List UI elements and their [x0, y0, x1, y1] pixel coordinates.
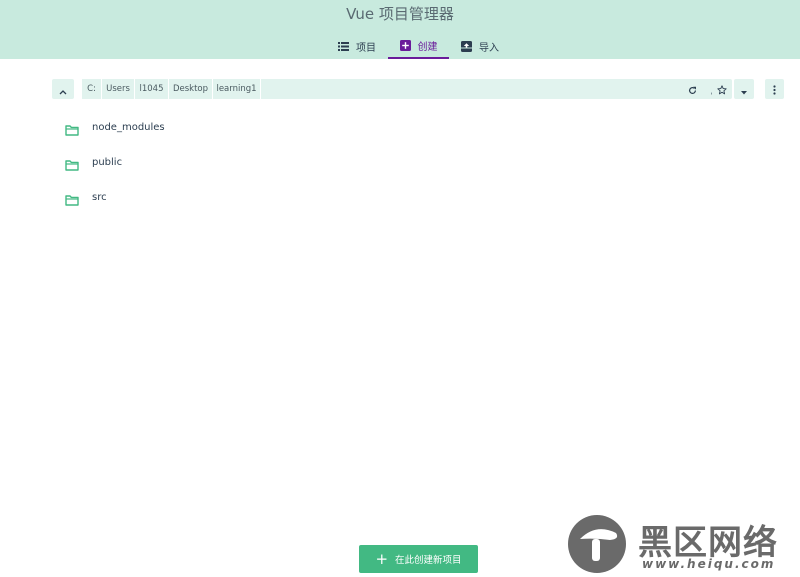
parent-folder-button[interactable]	[52, 79, 74, 99]
tab-create-label: 创建	[417, 41, 438, 53]
create-project-button[interactable]: + 在此创建新项目	[359, 545, 478, 573]
watermark: 黑区网络 www.heiqu.com	[566, 513, 800, 577]
breadcrumb-item[interactable]: Desktop	[169, 79, 213, 99]
caret-down-icon	[741, 80, 747, 99]
folder-icon	[65, 121, 79, 140]
more-options-button[interactable]	[765, 79, 784, 99]
favorites-dropdown[interactable]	[734, 79, 754, 99]
refresh-icon	[688, 80, 697, 99]
list-icon	[338, 41, 349, 52]
breadcrumb-item[interactable]: l1045	[135, 79, 169, 99]
breadcrumb: C: Users l1045 Desktop learning1	[82, 79, 726, 99]
unarchive-icon	[461, 40, 472, 52]
list-item[interactable]: node_modules	[60, 113, 760, 141]
plus-icon: +	[375, 549, 389, 568]
folder-icon	[65, 156, 79, 175]
favorite-button[interactable]	[712, 79, 732, 99]
app-title: Vue 项目管理器	[346, 5, 454, 23]
refresh-button[interactable]	[682, 79, 702, 99]
tab-bar: 项目 创建 导入	[0, 33, 800, 59]
list-item[interactable]: public	[60, 148, 760, 176]
chevron-up-icon	[59, 80, 67, 99]
tab-projects-label: 项目	[356, 42, 376, 54]
tab-import-label: 导入	[479, 42, 499, 54]
watermark-logo-icon	[568, 515, 626, 573]
breadcrumb-item[interactable]: C:	[82, 79, 102, 99]
app-header: Vue 项目管理器 项目 创建 导入	[0, 0, 800, 59]
folder-toolbar: C: Users l1045 Desktop learning1	[52, 79, 784, 99]
watermark-url: www.heiqu.com	[642, 557, 776, 571]
star-icon	[717, 80, 727, 99]
tab-import[interactable]: 导入	[453, 33, 507, 59]
create-project-label: 在此创建新项目	[395, 555, 462, 566]
list-item[interactable]: src	[60, 183, 760, 211]
breadcrumb-item[interactable]: Users	[102, 79, 135, 99]
folder-name: node_modules	[92, 121, 165, 133]
folder-name: src	[92, 191, 107, 203]
add-box-icon	[399, 39, 411, 51]
folder-name: public	[92, 156, 123, 168]
breadcrumb-item[interactable]: learning1	[213, 79, 261, 99]
tab-projects[interactable]: 项目	[330, 33, 384, 59]
more-vert-icon	[773, 80, 776, 99]
tab-create[interactable]: 创建	[388, 33, 449, 59]
folder-icon	[65, 191, 79, 210]
